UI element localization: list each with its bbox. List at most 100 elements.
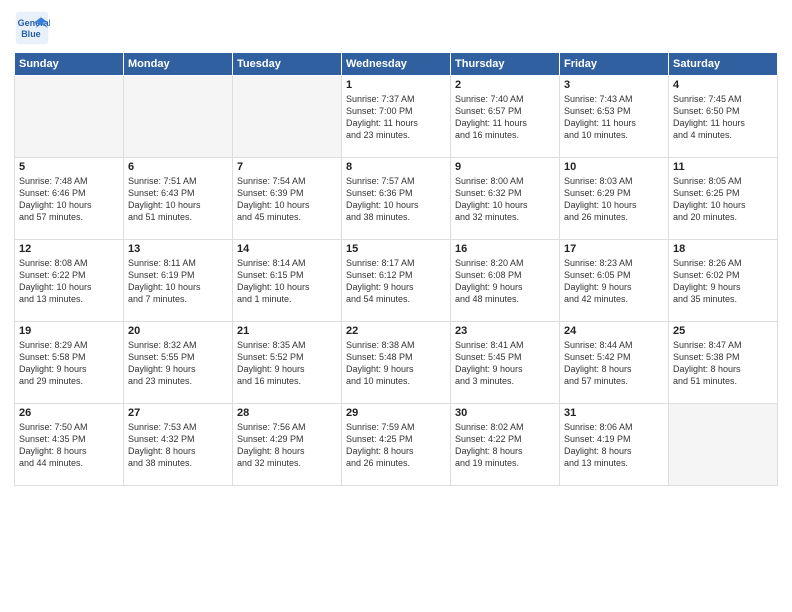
calendar-table: SundayMondayTuesdayWednesdayThursdayFrid…: [14, 52, 778, 486]
day-info: Sunrise: 8:11 AM Sunset: 6:19 PM Dayligh…: [128, 257, 228, 306]
calendar-cell: 25 Sunrise: 8:47 AM Sunset: 5:38 PM Dayli…: [669, 322, 778, 404]
calendar-cell: 10Sunrise: 8:03 AM Sunset: 6:29 PM Dayli…: [560, 158, 669, 240]
day-info: Sunrise: 8:35 AM Sunset: 5:52 PM Dayligh…: [237, 339, 337, 388]
day-info: Sunrise: 7:56 AM Sunset: 4:29 PM Dayligh…: [237, 421, 337, 470]
day-info: Sunrise: 8:05 AM Sunset: 6:25 PM Dayligh…: [673, 175, 773, 224]
day-info: Sunrise: 7:51 AM Sunset: 6:43 PM Dayligh…: [128, 175, 228, 224]
day-number: 23: [455, 325, 555, 337]
day-number: 21: [237, 325, 337, 337]
week-row-3: 19 Sunrise: 8:29 AM Sunset: 5:58 PM Dayli…: [15, 322, 778, 404]
calendar-cell: 30Sunrise: 8:02 AM Sunset: 4:22 PM Dayli…: [451, 404, 560, 486]
logo: General Blue: [14, 10, 54, 46]
day-number: 31: [564, 407, 664, 419]
calendar-cell: 13 Sunrise: 8:11 AM Sunset: 6:19 PM Dayli…: [124, 240, 233, 322]
day-info: Sunrise: 8:32 AM Sunset: 5:55 PM Dayligh…: [128, 339, 228, 388]
calendar-cell: 24 Sunrise: 8:44 AM Sunset: 5:42 PM Dayli…: [560, 322, 669, 404]
weekday-header-saturday: Saturday: [669, 53, 778, 76]
day-number: 11: [673, 161, 773, 173]
day-info: Sunrise: 8:41 AM Sunset: 5:45 PM Dayligh…: [455, 339, 555, 388]
day-number: 29: [346, 407, 446, 419]
calendar-cell: 6 Sunrise: 7:51 AM Sunset: 6:43 PM Daylig…: [124, 158, 233, 240]
day-info: Sunrise: 7:53 AM Sunset: 4:32 PM Dayligh…: [128, 421, 228, 470]
day-number: 4: [673, 79, 773, 91]
header: General Blue: [14, 10, 778, 46]
day-number: 22: [346, 325, 446, 337]
calendar-cell: 23 Sunrise: 8:41 AM Sunset: 5:45 PM Dayli…: [451, 322, 560, 404]
day-number: 17: [564, 243, 664, 255]
calendar-cell: 11 Sunrise: 8:05 AM Sunset: 6:25 PM Dayli…: [669, 158, 778, 240]
day-info: Sunrise: 8:44 AM Sunset: 5:42 PM Dayligh…: [564, 339, 664, 388]
calendar-cell: [124, 76, 233, 158]
week-row-0: 1Sunrise: 7:37 AM Sunset: 7:00 PM Daylig…: [15, 76, 778, 158]
calendar-cell: 15Sunrise: 8:17 AM Sunset: 6:12 PM Dayli…: [342, 240, 451, 322]
day-info: Sunrise: 7:57 AM Sunset: 6:36 PM Dayligh…: [346, 175, 446, 224]
day-number: 16: [455, 243, 555, 255]
day-info: Sunrise: 8:26 AM Sunset: 6:02 PM Dayligh…: [673, 257, 773, 306]
day-info: Sunrise: 8:00 AM Sunset: 6:32 PM Dayligh…: [455, 175, 555, 224]
calendar-cell: [15, 76, 124, 158]
weekday-header-monday: Monday: [124, 53, 233, 76]
calendar-cell: 3Sunrise: 7:43 AM Sunset: 6:53 PM Daylig…: [560, 76, 669, 158]
calendar-cell: 29 Sunrise: 7:59 AM Sunset: 4:25 PM Dayli…: [342, 404, 451, 486]
calendar-cell: 16 Sunrise: 8:20 AM Sunset: 6:08 PM Dayli…: [451, 240, 560, 322]
day-info: Sunrise: 7:50 AM Sunset: 4:35 PM Dayligh…: [19, 421, 119, 470]
day-info: Sunrise: 7:43 AM Sunset: 6:53 PM Dayligh…: [564, 93, 664, 142]
calendar-cell: 21 Sunrise: 8:35 AM Sunset: 5:52 PM Dayli…: [233, 322, 342, 404]
calendar-cell: [233, 76, 342, 158]
day-info: Sunrise: 8:14 AM Sunset: 6:15 PM Dayligh…: [237, 257, 337, 306]
weekday-header-friday: Friday: [560, 53, 669, 76]
day-number: 5: [19, 161, 119, 173]
calendar-cell: 26 Sunrise: 7:50 AM Sunset: 4:35 PM Dayli…: [15, 404, 124, 486]
day-number: 27: [128, 407, 228, 419]
day-info: Sunrise: 8:23 AM Sunset: 6:05 PM Dayligh…: [564, 257, 664, 306]
weekday-header-wednesday: Wednesday: [342, 53, 451, 76]
calendar-cell: 14 Sunrise: 8:14 AM Sunset: 6:15 PM Dayli…: [233, 240, 342, 322]
calendar-cell: 1Sunrise: 7:37 AM Sunset: 7:00 PM Daylig…: [342, 76, 451, 158]
weekday-header-thursday: Thursday: [451, 53, 560, 76]
day-info: Sunrise: 8:47 AM Sunset: 5:38 PM Dayligh…: [673, 339, 773, 388]
day-number: 18: [673, 243, 773, 255]
day-info: Sunrise: 7:54 AM Sunset: 6:39 PM Dayligh…: [237, 175, 337, 224]
day-number: 10: [564, 161, 664, 173]
weekday-header-tuesday: Tuesday: [233, 53, 342, 76]
day-number: 9: [455, 161, 555, 173]
calendar-cell: 19 Sunrise: 8:29 AM Sunset: 5:58 PM Dayli…: [15, 322, 124, 404]
day-info: Sunrise: 8:29 AM Sunset: 5:58 PM Dayligh…: [19, 339, 119, 388]
day-number: 13: [128, 243, 228, 255]
day-info: Sunrise: 8:17 AM Sunset: 6:12 PM Dayligh…: [346, 257, 446, 306]
day-info: Sunrise: 7:48 AM Sunset: 6:46 PM Dayligh…: [19, 175, 119, 224]
calendar-cell: 5 Sunrise: 7:48 AM Sunset: 6:46 PM Daylig…: [15, 158, 124, 240]
day-info: Sunrise: 7:59 AM Sunset: 4:25 PM Dayligh…: [346, 421, 446, 470]
day-info: Sunrise: 8:08 AM Sunset: 6:22 PM Dayligh…: [19, 257, 119, 306]
calendar-cell: 18 Sunrise: 8:26 AM Sunset: 6:02 PM Dayli…: [669, 240, 778, 322]
day-number: 2: [455, 79, 555, 91]
day-info: Sunrise: 7:45 AM Sunset: 6:50 PM Dayligh…: [673, 93, 773, 142]
calendar-cell: 12Sunrise: 8:08 AM Sunset: 6:22 PM Dayli…: [15, 240, 124, 322]
day-number: 19: [19, 325, 119, 337]
week-row-2: 12Sunrise: 8:08 AM Sunset: 6:22 PM Dayli…: [15, 240, 778, 322]
svg-text:Blue: Blue: [21, 29, 41, 39]
calendar-cell: 2 Sunrise: 7:40 AM Sunset: 6:57 PM Daylig…: [451, 76, 560, 158]
day-number: 24: [564, 325, 664, 337]
logo-icon: General Blue: [14, 10, 50, 46]
day-info: Sunrise: 8:20 AM Sunset: 6:08 PM Dayligh…: [455, 257, 555, 306]
day-number: 25: [673, 325, 773, 337]
day-info: Sunrise: 8:38 AM Sunset: 5:48 PM Dayligh…: [346, 339, 446, 388]
calendar-cell: 7Sunrise: 7:54 AM Sunset: 6:39 PM Daylig…: [233, 158, 342, 240]
calendar-cell: 17 Sunrise: 8:23 AM Sunset: 6:05 PM Dayli…: [560, 240, 669, 322]
calendar-cell: 31Sunrise: 8:06 AM Sunset: 4:19 PM Dayli…: [560, 404, 669, 486]
calendar-cell: 4 Sunrise: 7:45 AM Sunset: 6:50 PM Daylig…: [669, 76, 778, 158]
day-info: Sunrise: 7:40 AM Sunset: 6:57 PM Dayligh…: [455, 93, 555, 142]
weekday-header-row: SundayMondayTuesdayWednesdayThursdayFrid…: [15, 53, 778, 76]
day-number: 28: [237, 407, 337, 419]
calendar-cell: 27 Sunrise: 7:53 AM Sunset: 4:32 PM Dayli…: [124, 404, 233, 486]
calendar-cell: 20Sunrise: 8:32 AM Sunset: 5:55 PM Dayli…: [124, 322, 233, 404]
week-row-1: 5 Sunrise: 7:48 AM Sunset: 6:46 PM Daylig…: [15, 158, 778, 240]
day-number: 8: [346, 161, 446, 173]
day-number: 6: [128, 161, 228, 173]
day-number: 14: [237, 243, 337, 255]
calendar-cell: 8 Sunrise: 7:57 AM Sunset: 6:36 PM Daylig…: [342, 158, 451, 240]
day-number: 26: [19, 407, 119, 419]
day-info: Sunrise: 8:02 AM Sunset: 4:22 PM Dayligh…: [455, 421, 555, 470]
calendar-cell: [669, 404, 778, 486]
